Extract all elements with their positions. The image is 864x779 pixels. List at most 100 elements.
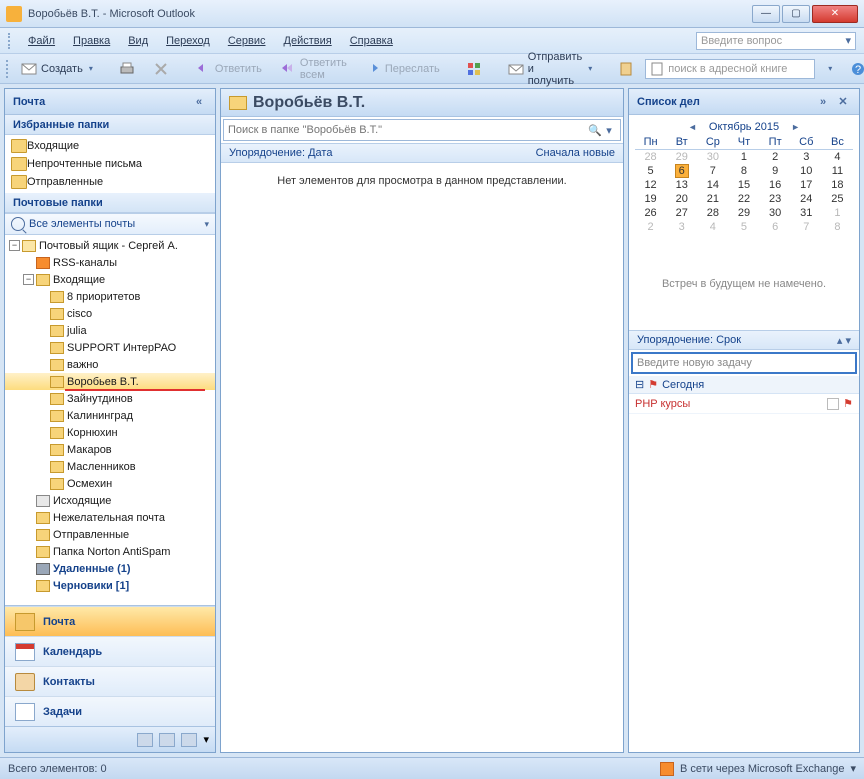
calendar-day[interactable]: 8 [728, 164, 759, 178]
calendar-day[interactable]: 10 [791, 164, 822, 178]
new-button[interactable]: Создать [14, 58, 100, 80]
minimize-button[interactable]: — [752, 5, 780, 23]
help-button[interactable]: ? [843, 58, 864, 80]
tree-node[interactable]: Черновики [1] [5, 577, 215, 594]
calendar-day[interactable]: 27 [666, 206, 697, 220]
menu-go[interactable]: Переход [158, 32, 218, 50]
calendar-day[interactable]: 7 [697, 164, 728, 178]
tree-node[interactable]: Воробьев В.Т. [5, 373, 215, 390]
forward-button[interactable]: Переслать [358, 58, 447, 80]
tree-node[interactable]: важно [5, 356, 215, 373]
reply-all-button[interactable]: Ответить всем [273, 58, 354, 80]
calendar-day[interactable]: 26 [635, 206, 666, 220]
nav-tasks-button[interactable]: Задачи [5, 696, 215, 726]
tree-node[interactable]: −Входящие [5, 271, 215, 288]
calendar-day[interactable]: 2 [635, 220, 666, 234]
calendar-day[interactable]: 21 [697, 192, 728, 206]
collapse-nav-button[interactable]: « [191, 94, 207, 110]
mail-folders-header[interactable]: Почтовые папки [5, 193, 215, 213]
favorite-folder[interactable]: Отправленные [5, 173, 215, 191]
calendar-day[interactable]: 3 [666, 220, 697, 234]
nav-contacts-button[interactable]: Контакты [5, 666, 215, 696]
favorites-header[interactable]: Избранные папки [5, 115, 215, 135]
sort-order[interactable]: Сначала новые [536, 147, 615, 159]
tree-node[interactable]: 8 приоритетов [5, 288, 215, 305]
address-search-input[interactable]: поиск в адресной книге [645, 59, 815, 79]
tree-node[interactable]: Осмехин [5, 475, 215, 492]
menu-help[interactable]: Справка [342, 32, 401, 50]
close-todo-button[interactable]: ✕ [835, 94, 851, 110]
calendar-day[interactable]: 30 [697, 150, 728, 165]
calendar-day[interactable]: 3 [791, 150, 822, 165]
calendar-day[interactable]: 5 [635, 164, 666, 178]
calendar-day[interactable]: 20 [666, 192, 697, 206]
menu-actions[interactable]: Действия [276, 32, 340, 50]
close-button[interactable]: ✕ [812, 5, 858, 23]
tree-node[interactable]: Нежелательная почта [5, 509, 215, 526]
calendar-day[interactable]: 29 [666, 150, 697, 165]
folder-search-input[interactable] [228, 124, 588, 136]
tree-node[interactable]: julia [5, 322, 215, 339]
favorite-folder[interactable]: Непрочтенные письма [5, 155, 215, 173]
maximize-button[interactable]: ▢ [782, 5, 810, 23]
search-dropdown[interactable]: ▾ [602, 123, 616, 137]
nav-calendar-button[interactable]: Календарь [5, 636, 215, 666]
tree-node[interactable]: Папка Norton AntiSpam [5, 543, 215, 560]
calendar-day[interactable]: 31 [791, 206, 822, 220]
expand-icon[interactable]: − [23, 274, 34, 285]
delete-button[interactable] [146, 58, 176, 80]
new-task-input[interactable]: Введите новую задачу [631, 352, 857, 374]
search-icon[interactable]: 🔍 [588, 123, 602, 137]
all-mail-items-selector[interactable]: Все элементы почты [5, 213, 215, 235]
calendar-day[interactable]: 12 [635, 178, 666, 192]
calendar-day[interactable]: 15 [728, 178, 759, 192]
tree-node[interactable]: Зайнутдинов [5, 390, 215, 407]
folder-list-icon[interactable] [159, 733, 175, 747]
sort-bar[interactable]: Упорядочение: Дата Сначала новые [221, 143, 623, 163]
expand-icon[interactable]: − [9, 240, 20, 251]
calendar-day[interactable]: 13 [666, 178, 697, 192]
calendar-day[interactable]: 18 [822, 178, 853, 192]
calendar-day[interactable]: 6 [666, 164, 697, 178]
tree-node[interactable]: cisco [5, 305, 215, 322]
calendar-day[interactable]: 7 [791, 220, 822, 234]
prev-month-button[interactable]: ◄ [682, 122, 703, 132]
calendar-day[interactable]: 22 [728, 192, 759, 206]
tree-node[interactable]: RSS-каналы [5, 254, 215, 271]
tree-node[interactable]: SUPPORT ИнтерРАО [5, 339, 215, 356]
calendar-day[interactable]: 8 [822, 220, 853, 234]
menu-file[interactable]: Файл [20, 32, 63, 50]
task-sort-header[interactable]: Упорядочение: Срок▴ ▾ [629, 330, 859, 350]
calendar-day[interactable]: 24 [791, 192, 822, 206]
collapse-todo-button[interactable]: » [815, 94, 831, 110]
calendar-day[interactable]: 2 [760, 150, 791, 165]
calendar-day[interactable]: 23 [760, 192, 791, 206]
calendar-day[interactable]: 30 [760, 206, 791, 220]
category-box[interactable] [827, 398, 839, 410]
flag-icon[interactable]: ⚑ [843, 397, 853, 410]
address-dropdown[interactable] [819, 58, 839, 80]
print-button[interactable] [112, 58, 142, 80]
menu-tools[interactable]: Сервис [220, 32, 274, 50]
nav-mail-button[interactable]: Почта [5, 606, 215, 636]
menu-edit[interactable]: Правка [65, 32, 118, 50]
calendar-day[interactable]: 25 [822, 192, 853, 206]
calendar-day[interactable]: 5 [728, 220, 759, 234]
notes-icon[interactable] [137, 733, 153, 747]
tree-node[interactable]: Исходящие [5, 492, 215, 509]
calendar-day[interactable]: 17 [791, 178, 822, 192]
tree-node[interactable]: Корнюхин [5, 424, 215, 441]
calendar-day[interactable]: 16 [760, 178, 791, 192]
calendar-day[interactable]: 14 [697, 178, 728, 192]
favorite-folder[interactable]: Входящие [5, 137, 215, 155]
calendar-day[interactable]: 28 [697, 206, 728, 220]
find-contact-button[interactable] [611, 58, 641, 80]
menu-view[interactable]: Вид [120, 32, 156, 50]
calendar-day[interactable]: 4 [697, 220, 728, 234]
tree-node[interactable]: Масленников [5, 458, 215, 475]
calendar-day[interactable]: 1 [822, 206, 853, 220]
tree-node[interactable]: Удаленные (1) [5, 560, 215, 577]
help-search-input[interactable]: Введите вопрос [696, 32, 856, 50]
next-month-button[interactable]: ► [785, 122, 806, 132]
status-dropdown[interactable]: ▾ [850, 762, 856, 775]
